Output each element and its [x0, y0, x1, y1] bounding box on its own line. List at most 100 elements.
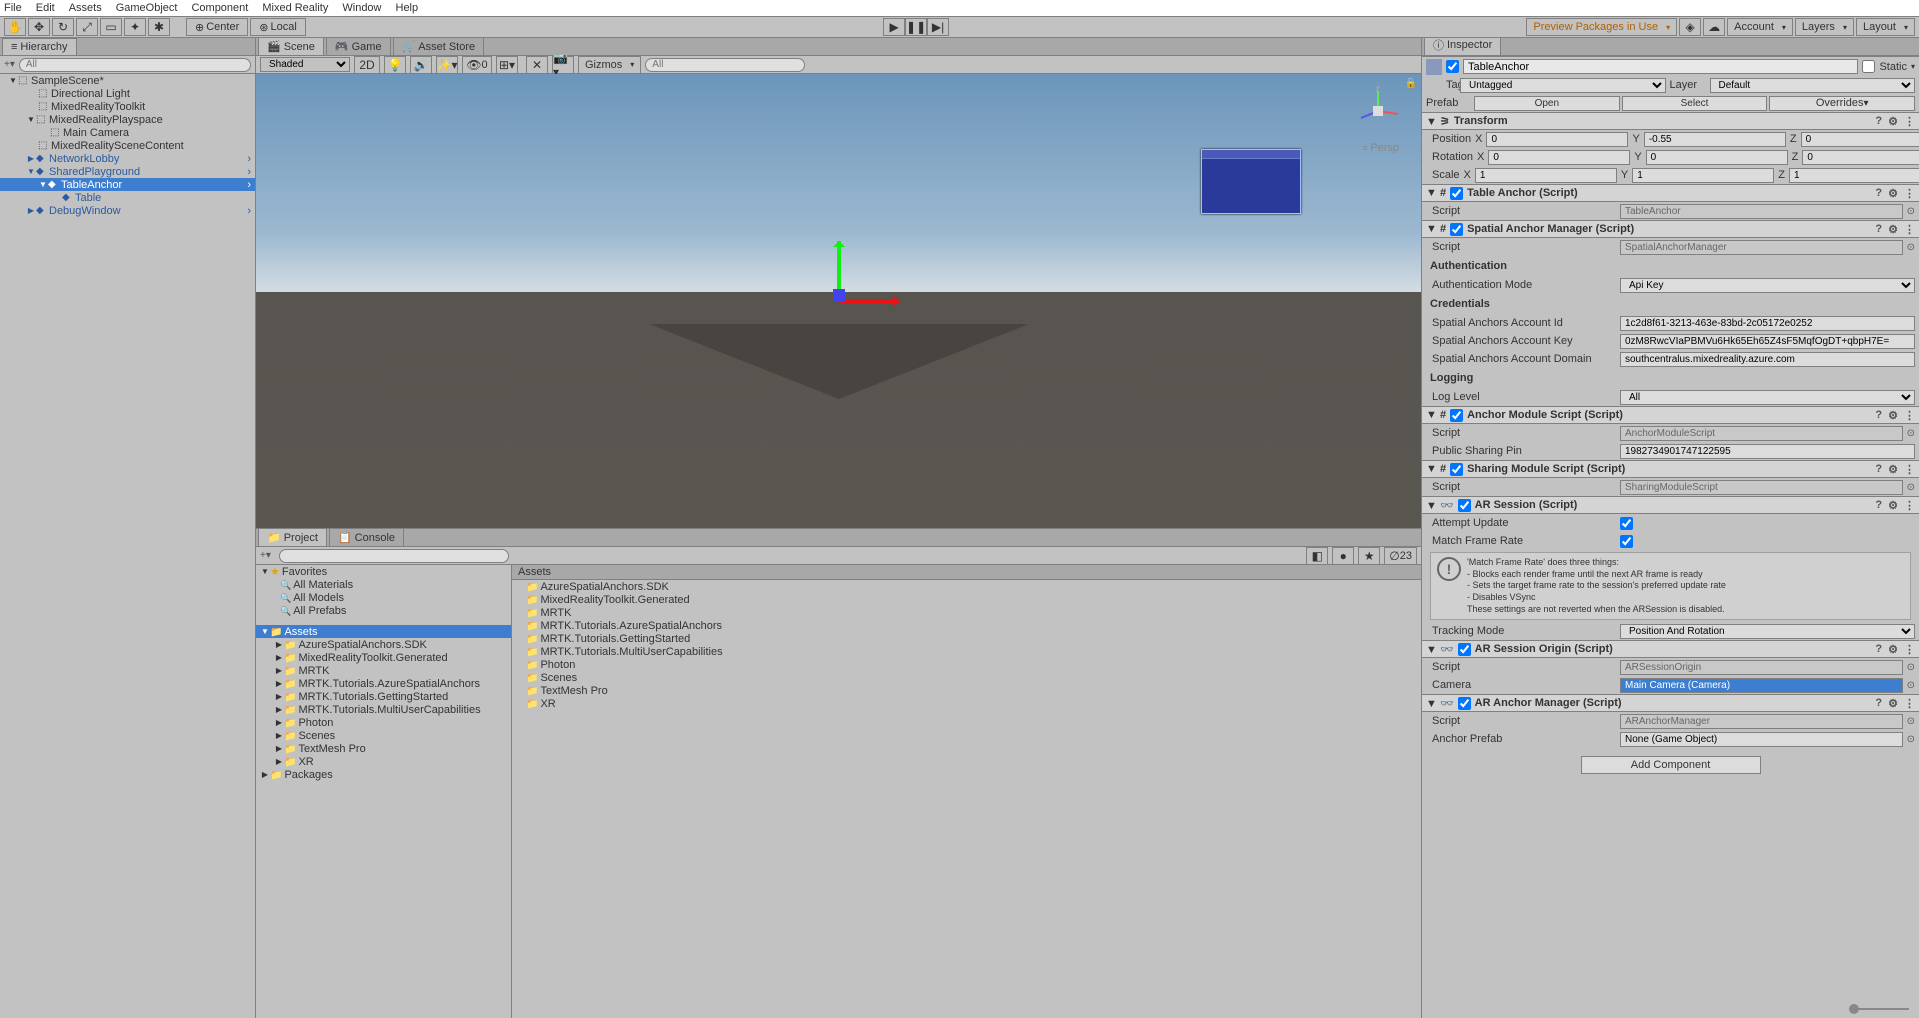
hierarchy-search[interactable] — [19, 58, 251, 72]
rotation-y[interactable] — [1646, 150, 1788, 165]
layer-dropdown[interactable]: Default — [1710, 78, 1916, 93]
packages-root[interactable]: ▶Packages — [256, 768, 511, 781]
asset-folder[interactable]: ▶MixedRealityToolkit.Generated — [256, 651, 511, 664]
project-tab[interactable]: 📁 Project — [258, 528, 327, 546]
aranchormgr-header[interactable]: ▼ 👓 AR Anchor Manager (Script)?⚙⋮ — [1422, 694, 1919, 712]
fx-toggle[interactable]: ✨▾ — [436, 56, 458, 74]
hierarchy-item[interactable]: ⬚MixedRealitySceneContent — [0, 139, 255, 152]
scale-z[interactable] — [1789, 168, 1919, 183]
account-dropdown[interactable]: Account — [1727, 18, 1793, 36]
hand-tool[interactable]: ✋ — [4, 18, 26, 36]
asset-item[interactable]: MRTK — [512, 606, 1421, 619]
static-label[interactable]: Static — [1879, 61, 1907, 73]
menu-component[interactable]: Component — [191, 2, 248, 14]
camera-icon[interactable]: 📷▾ — [552, 56, 574, 74]
tableanchor-enabled[interactable] — [1450, 187, 1463, 200]
anchormodule-header[interactable]: ▼ # Anchor Module Script (Script)?⚙⋮ — [1422, 406, 1919, 424]
hierarchy-item[interactable]: ⬚MixedRealityToolkit — [0, 100, 255, 113]
grid-toggle[interactable]: ⊞▾ — [496, 56, 518, 74]
menu-assets[interactable]: Assets — [69, 2, 102, 14]
favorites-item[interactable]: All Models — [256, 591, 511, 604]
tableanchor-header[interactable]: ▼ # Table Anchor (Script)?⚙⋮ — [1422, 184, 1919, 202]
step-button[interactable]: ▶| — [927, 18, 949, 36]
sharingpin-field[interactable] — [1620, 444, 1915, 459]
position-z[interactable] — [1801, 132, 1919, 147]
position-y[interactable] — [1644, 132, 1786, 147]
favorites-header[interactable]: ▼Favorites — [256, 565, 511, 578]
gizmo-x-axis[interactable] — [839, 299, 899, 303]
scene-viewport[interactable]: y ≡ Persp 🔒 — [256, 74, 1421, 528]
asset-item[interactable]: AzureSpatialAnchors.SDK — [512, 580, 1421, 593]
matchframe-checkbox[interactable] — [1620, 535, 1633, 548]
asset-folder[interactable]: ▶MRTK — [256, 664, 511, 677]
scene-search[interactable] — [645, 58, 805, 72]
favorites-item[interactable]: All Prefabs — [256, 604, 511, 617]
add-component-button[interactable]: Add Component — [1581, 756, 1761, 774]
rotate-tool[interactable]: ↻ — [52, 18, 74, 36]
hierarchy-item-prefab[interactable]: ▶◆NetworkLobby› — [0, 152, 255, 165]
sharingmodule-header[interactable]: ▼ # Sharing Module Script (Script)?⚙⋮ — [1422, 460, 1919, 478]
accountdomain-field[interactable] — [1620, 352, 1915, 367]
arsession-header[interactable]: ▼ 👓 AR Session (Script)?⚙⋮ — [1422, 496, 1919, 514]
pivot-toggle[interactable]: ⊕Center — [186, 18, 248, 36]
project-search[interactable] — [279, 549, 509, 563]
gameobject-name-input[interactable] — [1463, 59, 1858, 74]
hierarchy-item[interactable]: ▼⬚MixedRealityPlayspace — [0, 113, 255, 126]
lighting-toggle[interactable]: 💡 — [384, 56, 406, 74]
asset-folder[interactable]: ▶XR — [256, 755, 511, 768]
gameobject-active-checkbox[interactable] — [1446, 60, 1459, 73]
arsession-enabled[interactable] — [1458, 499, 1471, 512]
asset-item[interactable]: XR — [512, 697, 1421, 710]
prefab-overrides-button[interactable]: Overrides ▾ — [1769, 96, 1915, 111]
hierarchy-item[interactable]: ⬚Directional Light — [0, 87, 255, 100]
move-tool[interactable]: ✥ — [28, 18, 50, 36]
hierarchy-item[interactable]: ⬚Main Camera — [0, 126, 255, 139]
menu-mixedreality[interactable]: Mixed Reality — [262, 2, 328, 14]
asset-folder[interactable]: ▶Photon — [256, 716, 511, 729]
assets-root[interactable]: ▼Assets — [256, 625, 511, 638]
asset-folder[interactable]: ▶MRTK.Tutorials.GettingStarted — [256, 690, 511, 703]
asset-item[interactable]: TextMesh Pro — [512, 684, 1421, 697]
tools-icon[interactable]: ✕ — [526, 56, 548, 74]
camera-field[interactable] — [1620, 678, 1903, 693]
scale-x[interactable] — [1475, 168, 1617, 183]
hidden-toggle[interactable]: 👁0 — [462, 56, 492, 74]
project-create-button[interactable]: +▾ — [260, 550, 271, 561]
star-filter-icon[interactable]: ★ — [1358, 547, 1380, 565]
arorigin-enabled[interactable] — [1458, 643, 1471, 656]
preview-packages-button[interactable]: Preview Packages in Use — [1526, 18, 1677, 36]
hierarchy-item-prefab[interactable]: ◆Table — [0, 191, 255, 204]
asset-item[interactable]: MRTK.Tutorials.GettingStarted — [512, 632, 1421, 645]
favorites-item[interactable]: All Materials — [256, 578, 511, 591]
asset-item[interactable]: Scenes — [512, 671, 1421, 684]
accountid-field[interactable] — [1620, 316, 1915, 331]
asset-item[interactable]: MRTK.Tutorials.MultiUserCapabilities — [512, 645, 1421, 658]
aranchormgr-enabled[interactable] — [1458, 697, 1471, 710]
console-tab[interactable]: 📋 Console — [329, 528, 404, 546]
assetstore-tab[interactable]: 🛒 Asset Store — [393, 37, 485, 55]
hidden-count[interactable]: ∅23 — [1384, 547, 1417, 565]
sharingmodule-enabled[interactable] — [1450, 463, 1463, 476]
asset-folder[interactable]: ▶MRTK.Tutorials.AzureSpatialAnchors — [256, 677, 511, 690]
attemptupdate-checkbox[interactable] — [1620, 517, 1633, 530]
menu-help[interactable]: Help — [396, 2, 419, 14]
menu-window[interactable]: Window — [342, 2, 381, 14]
shading-mode-dropdown[interactable]: Shaded — [260, 57, 350, 72]
hierarchy-item-selected[interactable]: ▼◆TableAnchor› — [0, 178, 255, 191]
hierarchy-item-prefab[interactable]: ▼◆SharedPlayground› — [0, 165, 255, 178]
audio-toggle[interactable]: 🔊 — [410, 56, 432, 74]
layout-dropdown[interactable]: Layout — [1856, 18, 1915, 36]
rotation-x[interactable] — [1488, 150, 1630, 165]
menu-file[interactable]: File — [4, 2, 22, 14]
layers-dropdown[interactable]: Layers — [1795, 18, 1854, 36]
hierarchy-item-prefab[interactable]: ▶◆DebugWindow› — [0, 204, 255, 217]
trackingmode-dropdown[interactable]: Position And Rotation — [1620, 624, 1915, 639]
asset-item[interactable]: Photon — [512, 658, 1421, 671]
cloud-icon[interactable]: ☁ — [1703, 18, 1725, 36]
gizmo-cube[interactable] — [833, 289, 845, 301]
filter-icon[interactable]: ◧ — [1306, 547, 1328, 565]
transform-tool[interactable]: ✦ — [124, 18, 146, 36]
menu-edit[interactable]: Edit — [36, 2, 55, 14]
scene-tab[interactable]: 🎬 Scene — [258, 37, 324, 55]
asset-folder[interactable]: ▶MRTK.Tutorials.MultiUserCapabilities — [256, 703, 511, 716]
